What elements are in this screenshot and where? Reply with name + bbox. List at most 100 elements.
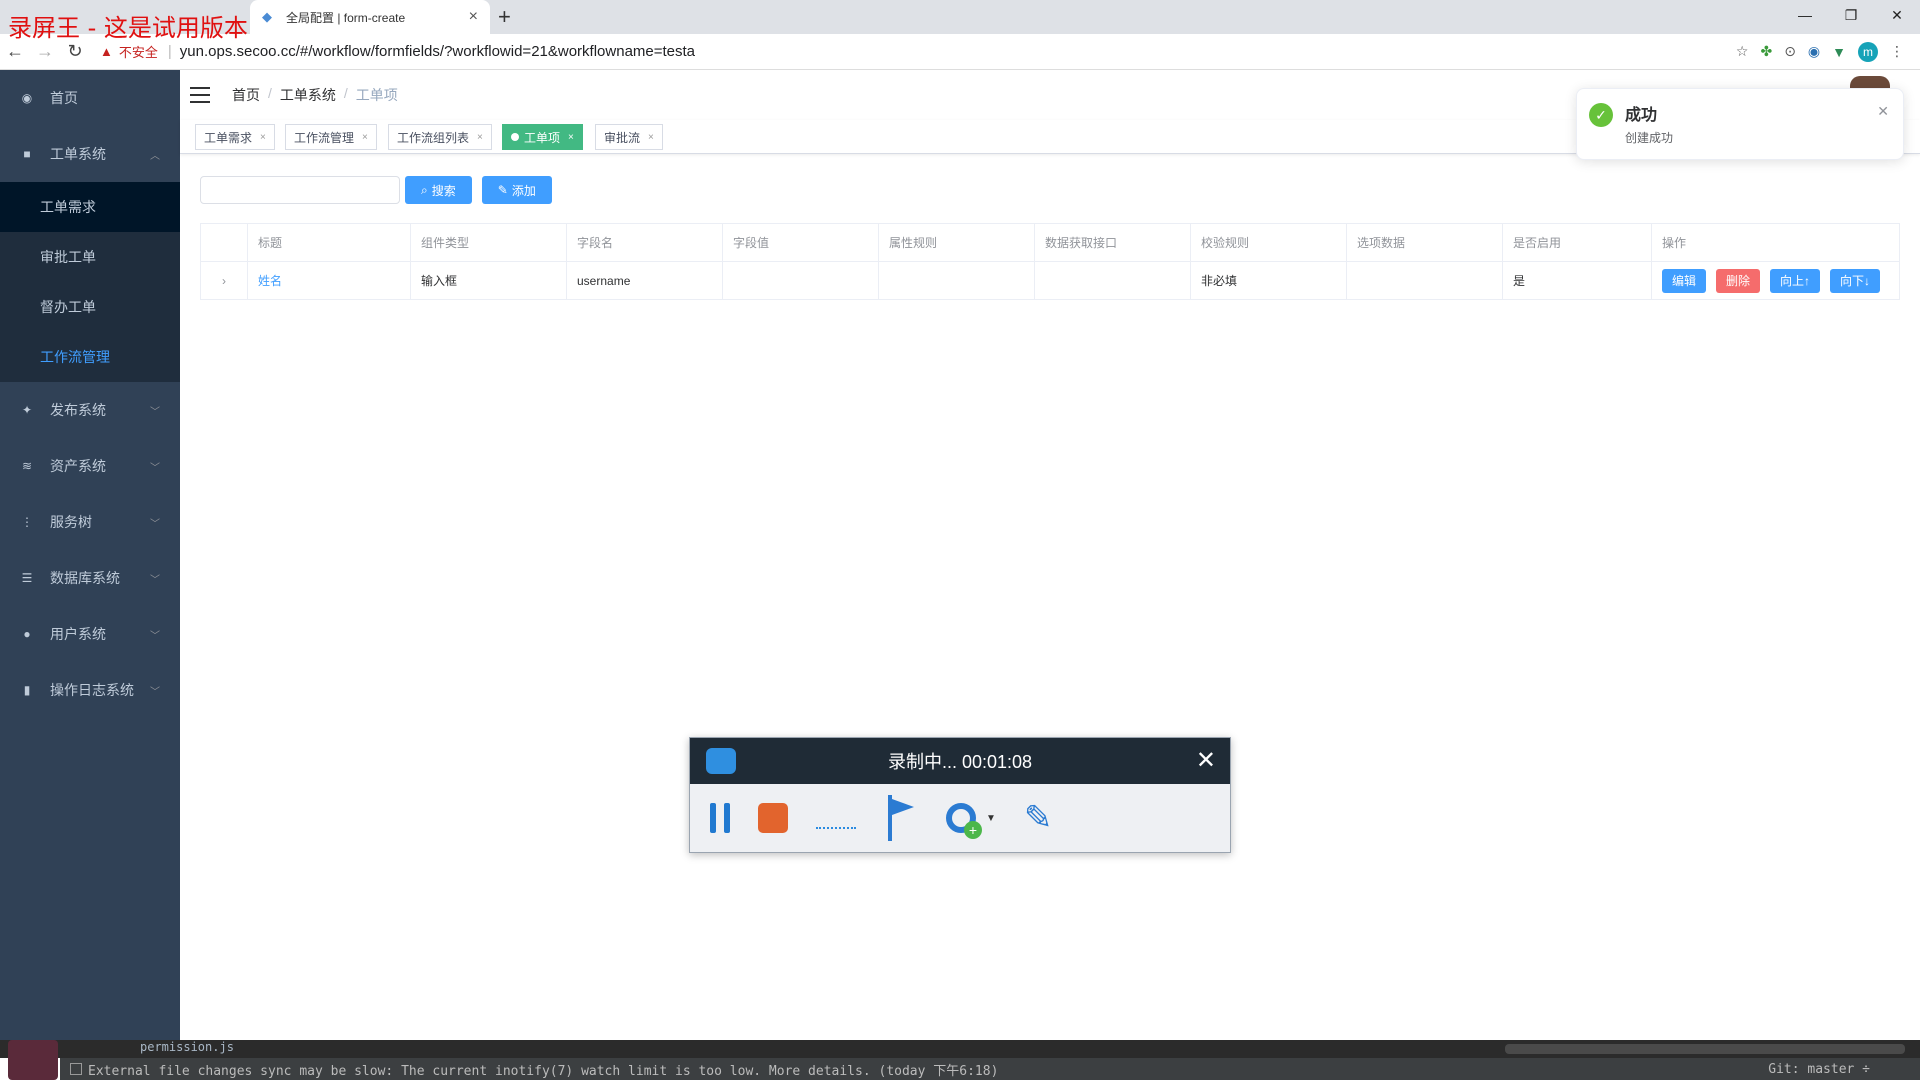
horizontal-scrollbar[interactable] [1505, 1044, 1905, 1054]
forward-icon[interactable]: → [30, 41, 60, 62]
row-options [1347, 262, 1503, 299]
row-attr [879, 262, 1035, 299]
region-icon[interactable] [816, 827, 856, 829]
close-icon[interactable]: × [477, 132, 483, 143]
column-header: 标题 [248, 224, 411, 261]
delete-button[interactable]: 删除 [1716, 268, 1761, 293]
profile-avatar[interactable]: m [1858, 41, 1878, 62]
restore-icon[interactable]: ❐ [1828, 0, 1874, 30]
flag-icon[interactable] [884, 795, 918, 841]
column-header: 字段名 [567, 224, 723, 261]
row-title[interactable]: 姓名 [248, 262, 411, 299]
hamburger-icon[interactable] [190, 87, 210, 103]
watermark: 录屏王 - 这是试用版本 [8, 14, 248, 42]
extension-icon[interactable]: ▼ [1832, 44, 1846, 60]
search-button[interactable]: ⌕ 搜索 [405, 176, 472, 204]
breadcrumb-item[interactable]: 工单系统 [280, 85, 336, 105]
close-window-icon[interactable]: ✕ [1874, 0, 1920, 30]
table-header: 标题 组件类型 字段名 字段值 属性规则 数据获取接口 校验规则 选项数据 是否… [200, 224, 1900, 262]
browser-tab[interactable]: ◆ 全局配置 | form-create × [250, 0, 490, 34]
clipboard-icon: ■ [23, 147, 31, 161]
back-icon[interactable]: ← [0, 41, 30, 62]
add-button[interactable]: ✎ 添加 [481, 176, 552, 204]
tag-workflow-groups[interactable]: 工作流组列表 × [388, 124, 492, 150]
edit-button[interactable]: 编辑 [1662, 268, 1707, 293]
recorder-status: 录制中... 00:01:08 [887, 752, 1033, 772]
url-field[interactable]: ▲ 不安全 | yun.ops.secoo.cc/#/workflow/form… [100, 42, 1736, 61]
sidebar-item-assets[interactable]: ≋ 资产系统 ﹀ [0, 438, 180, 494]
caret-down-icon[interactable]: ▼ [986, 813, 996, 824]
sidebar-item-database[interactable]: ☰ 数据库系统 ﹀ [0, 550, 180, 606]
rocket-icon: ✦ [21, 403, 33, 417]
notification-title: 成功 [1625, 107, 1658, 124]
new-tab-button[interactable]: + [498, 4, 511, 30]
close-icon[interactable]: × [568, 132, 574, 143]
sidebar-item-users[interactable]: ● 用户系统 ﹀ [0, 606, 180, 662]
close-icon[interactable]: × [362, 132, 368, 143]
sidebar-item-oplog[interactable]: ▮ 操作日志系统 ﹀ [0, 662, 180, 718]
sidebar-subitem-requests[interactable]: 工单需求 [0, 182, 180, 232]
success-check-icon: ✓ [1589, 103, 1613, 127]
warning-icon: ▲ [100, 44, 113, 59]
column-header: 属性规则 [879, 224, 1035, 261]
close-icon[interactable]: × [260, 132, 266, 143]
sidebar-item-workorder[interactable]: ■ 工单系统 ︿ [0, 126, 180, 182]
pen-icon[interactable]: ✎ [1024, 798, 1053, 838]
search-icon: ⌕ [421, 182, 428, 197]
extension-icon[interactable]: ◉ [1808, 43, 1820, 60]
extension-icon[interactable]: ✤ [1760, 43, 1772, 60]
row-enabled: 是 [1503, 262, 1652, 299]
pause-icon[interactable] [710, 803, 730, 833]
ide-status-message[interactable]: External file changes sync may be slow: … [88, 1060, 998, 1079]
database-icon: ☰ [21, 571, 33, 585]
row-api [1035, 262, 1191, 299]
star-icon[interactable]: ☆ [1736, 43, 1749, 60]
chevron-down-icon: ﹀ [150, 574, 160, 586]
user-icon: ● [23, 627, 31, 641]
row-value [723, 262, 879, 299]
tag-workorder-requests[interactable]: 工单需求 × [195, 124, 275, 150]
tag-approval-flow[interactable]: 审批流 × [595, 124, 663, 150]
tag-workflow-manage[interactable]: 工作流管理 × [285, 124, 377, 150]
sidebar-item-service-tree[interactable]: ⋮ 服务树 ﹀ [0, 494, 180, 550]
move-down-button[interactable]: 向下↓ [1830, 268, 1881, 293]
address-bar: ← → ↻ ▲ 不安全 | yun.ops.secoo.cc/#/workflo… [0, 34, 1920, 70]
tree-icon: ⋮ [21, 515, 33, 529]
ide-app-icon[interactable] [8, 1040, 58, 1080]
sidebar-item-release[interactable]: ✦ 发布系统 ﹀ [0, 382, 180, 438]
close-tab-icon[interactable]: × [469, 8, 478, 26]
chevron-down-icon: ﹀ [150, 518, 160, 530]
close-icon[interactable]: ✕ [1877, 103, 1889, 120]
window-controls: — ❐ ✕ [1782, 0, 1920, 30]
browser-tab-title: 全局配置 | form-create [286, 10, 406, 25]
webcam-icon[interactable]: + [946, 803, 982, 839]
sidebar-subitem-workflow[interactable]: 工作流管理 [0, 332, 180, 382]
event-log-icon[interactable] [70, 1063, 82, 1075]
insecure-label: 不安全 [118, 45, 158, 60]
expand-chevron-icon[interactable]: › [200, 262, 248, 299]
column-header: 选项数据 [1347, 224, 1503, 261]
search-input[interactable] [200, 176, 400, 204]
breadcrumb: 首页 / 工单系统 / 工单项 [232, 85, 398, 105]
sidebar-subitem-approval[interactable]: 审批工单 [0, 232, 180, 282]
close-icon[interactable]: ✕ [1196, 746, 1216, 775]
filter-bar: ⌕ 搜索 ✎ 添加 [200, 176, 552, 204]
extension-icon[interactable]: ⊙ [1784, 43, 1796, 60]
plus-icon: + [964, 821, 982, 839]
tag-workorder-items[interactable]: 工单项 × [502, 124, 583, 150]
sidebar-item-home[interactable]: ◉ 首页 [0, 70, 180, 126]
git-branch[interactable]: Git: master ÷ [1768, 1062, 1870, 1077]
ide-file-name[interactable]: permission.js [140, 1040, 234, 1054]
close-icon[interactable]: × [648, 132, 654, 143]
stop-icon[interactable] [758, 803, 788, 833]
breadcrumb-item[interactable]: 首页 [232, 85, 260, 105]
reload-icon[interactable]: ↻ [60, 41, 90, 62]
sidebar-subitem-supervise[interactable]: 督办工单 [0, 282, 180, 332]
screen-recorder-panel: 录制中... 00:01:08 ✕ + ▼ ✎ [689, 737, 1231, 853]
minimize-icon[interactable]: — [1782, 0, 1828, 30]
move-up-button[interactable]: 向上↑ [1770, 268, 1821, 293]
success-notification: ✓ 成功 创建成功 ✕ [1576, 88, 1904, 160]
favicon-icon: ◆ [262, 9, 272, 24]
column-header: 组件类型 [411, 224, 567, 261]
menu-icon[interactable]: ⋮ [1890, 43, 1904, 60]
